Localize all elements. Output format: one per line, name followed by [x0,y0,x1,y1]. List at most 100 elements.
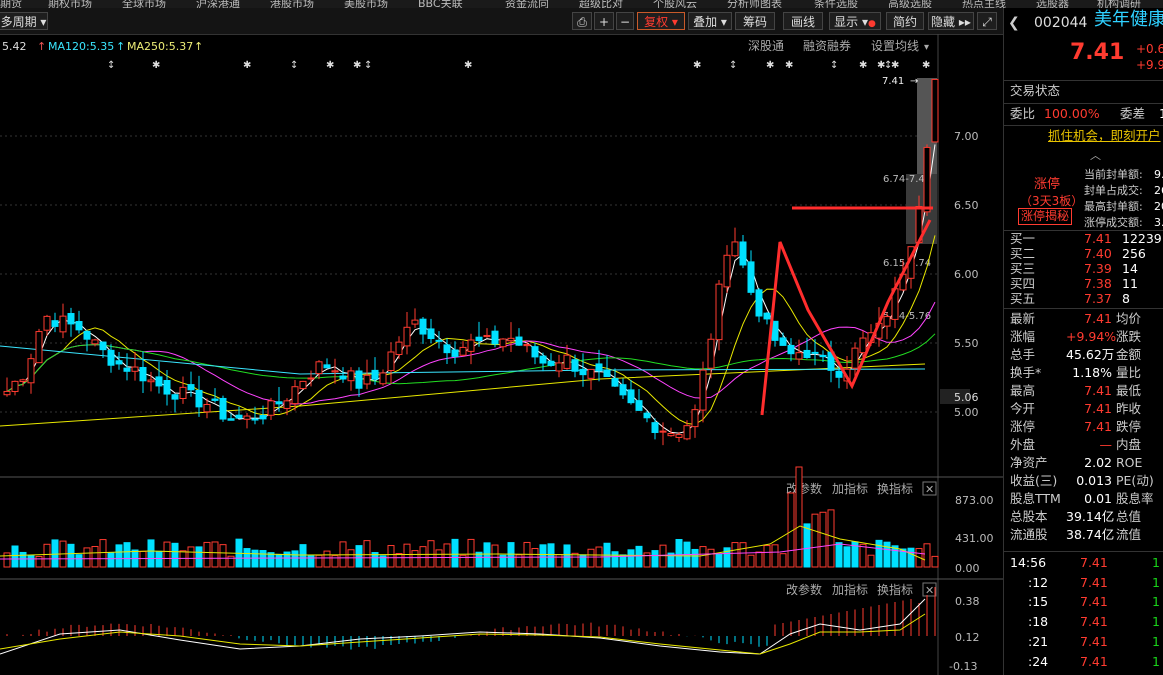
top-nav-item[interactable]: 期权市场 [48,0,92,8]
event-marker-icon[interactable]: ✱ [785,60,793,71]
volume-bar [827,509,835,568]
zoom-out-icon[interactable]: − [616,12,634,30]
lock-icon[interactable]: ⎙ [572,12,592,30]
volume-bar [35,555,43,568]
back-arrow-icon[interactable]: ❮ [1008,14,1020,32]
restore-rights-dropdown[interactable]: 复权 ▾ [637,12,685,30]
hide-button[interactable]: 隐藏 ▸▸ [928,12,974,30]
event-marker-icon[interactable]: ✱ [693,60,701,71]
chart-toolbar: 多周期 ▾ ⎙ + − 复权 ▾ 叠加 ▾ 筹码 画线 显示 ▾● 简约 隐藏 … [0,8,1003,35]
volume-bar [555,554,563,568]
candle-body [59,315,67,333]
bid-level-label: 买五 [1010,291,1036,306]
volume-bar [315,554,323,568]
top-nav-item[interactable]: 美股市场 [344,0,388,8]
volume-bar [123,542,131,568]
event-marker-icon[interactable]: ✱ [922,60,930,71]
event-markers[interactable]: ↕ ✱ ✱ ↕ ✱ ✱ ↕ ✱ ✱ ↕ ✱ ✱ ↕ ✱ ✱↕✱ ✱ [107,60,930,71]
limit-up-secret-button[interactable]: 涨停揭秘 [1018,208,1073,225]
top-nav-item[interactable]: 沪深港通 [196,0,240,8]
event-marker-icon[interactable]: ↕ [107,60,115,71]
volume-bar [219,544,227,568]
margin-trading-link[interactable]: 融资融券 [803,38,851,53]
tick-time: 14:56 [1010,555,1047,570]
candle-body [467,339,475,352]
volume-bar [515,554,523,568]
top-nav-item[interactable]: 期货 [0,0,22,8]
macd-add-indicator-link[interactable]: 加指标 [832,582,868,597]
volume-bar [651,550,659,568]
quote-label-2: 涨跌 [1116,329,1142,344]
volume-bar [267,552,275,568]
price-tick-700: 7.00 [954,130,979,143]
chips-button[interactable]: 筹码 [735,12,775,30]
candle-body [483,334,491,338]
top-nav-item[interactable]: 高级选股 [888,0,932,8]
fullscreen-icon[interactable]: ⤢ [977,12,997,30]
event-marker-icon[interactable]: ✱ [766,60,774,71]
quote-value: 0.013 [1076,473,1112,488]
macd-params-link[interactable]: 改参数 [786,582,822,597]
quote-label-2: 股息率 [1116,491,1154,506]
top-nav-item[interactable]: BBC关联 [418,0,463,8]
sz-connect-link[interactable]: 深股通 [748,39,784,53]
price-tick-550: 5.50 [954,337,979,350]
candle-body [931,78,939,143]
candle-body [523,344,531,347]
volume-bar [883,541,891,568]
macd-switch-indicator-link[interactable]: 换指标 [877,582,913,597]
event-marker-icon[interactable]: ↕ [729,60,737,71]
tick-price: 7.41 [1080,594,1108,610]
volume-bar [331,555,339,568]
top-nav-item[interactable]: 选股器 [1036,0,1069,8]
vol-add-indicator-link[interactable]: 加指标 [832,481,868,496]
top-nav-item[interactable]: 资金流向 [505,0,549,8]
volume-bar [163,541,171,568]
display-dropdown[interactable]: 显示 ▾● [829,12,881,30]
event-marker-icon[interactable]: ✱ [859,60,867,71]
top-nav-item[interactable]: 分析师图表 [727,0,782,8]
multi-period-dropdown[interactable]: 多周期 ▾ [0,12,48,30]
top-nav-item[interactable]: 全球市场 [122,0,166,8]
event-marker-icon[interactable]: ↕ [290,60,298,71]
candle-body [579,368,587,376]
candle-body [443,344,451,354]
overlay-dropdown[interactable]: 叠加 ▾ [688,12,732,30]
event-marker-icon[interactable]: ✱ [353,60,361,71]
volume-bar [75,554,83,568]
bid-price: 7.37 [1084,291,1112,306]
volume-bar [867,554,875,568]
collapse-icon[interactable]: ︿ [1090,147,1101,165]
event-marker-icon[interactable]: ✱ [243,60,251,71]
top-nav-item[interactable]: 个股风云 [653,0,697,8]
draw-line-button[interactable]: 画线 [783,12,823,30]
volume-bar [859,543,867,568]
top-nav-item[interactable]: 机构调研 [1097,0,1141,8]
event-marker-icon[interactable]: ✱ [891,60,899,71]
top-nav-item[interactable]: 超级比对 [579,0,623,8]
volume-bar [675,538,683,568]
top-price-label: 7.41 [882,76,904,87]
summary-button[interactable]: 简约 [886,12,924,30]
candle-body [587,368,595,379]
top-nav-item[interactable]: 条件选股 [814,0,858,8]
candle-body [651,422,659,433]
top-nav-item[interactable]: 港股市场 [270,0,314,8]
zoom-in-icon[interactable]: + [594,12,614,30]
event-marker-icon[interactable]: ↕ [364,60,372,71]
event-marker-icon[interactable]: ↕ [830,60,838,71]
vol-switch-indicator-link[interactable]: 换指标 [877,481,913,496]
volume-bar [699,546,707,568]
tick-volume-icon: 1 [1152,555,1160,570]
ma250-line [0,363,926,427]
volume-bar [571,552,579,568]
kline-chart[interactable]: 5.42 ↑ MA120:5.35 ↑ MA250:5.37 ↑ 深股通 融资融… [0,34,1003,675]
candle-body [435,339,443,342]
ma-setting-link[interactable]: 设置均线 [871,39,919,53]
event-marker-icon[interactable]: ✱ [326,60,334,71]
open-account-banner[interactable]: 抓住机会，即刻开户 [1048,127,1161,145]
event-marker-icon[interactable]: ✱ [152,60,160,71]
event-marker-icon[interactable]: ✱ [464,60,472,71]
top-nav-item[interactable]: 热点主线 [962,0,1006,8]
volume-bar [755,551,763,568]
